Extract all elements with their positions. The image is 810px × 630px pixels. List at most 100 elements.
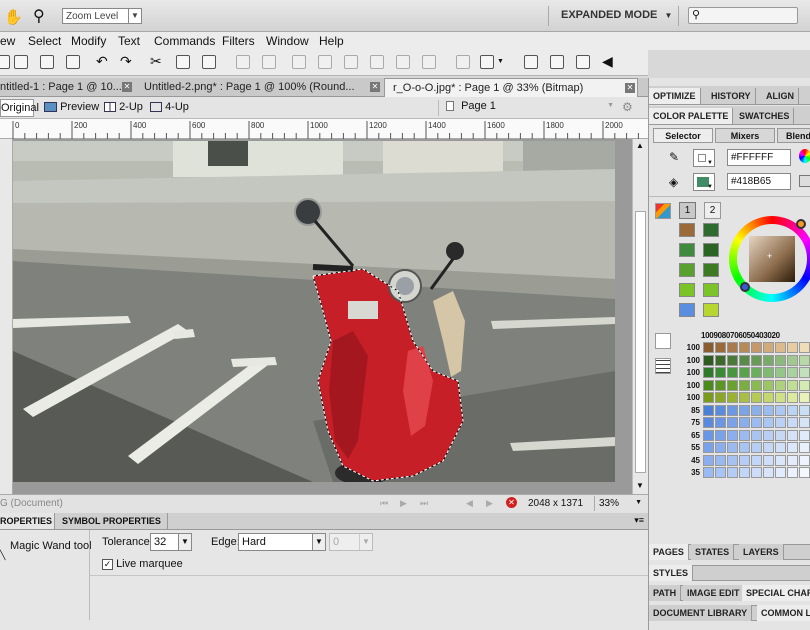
swatch[interactable]	[679, 263, 695, 277]
tint-cell[interactable]	[715, 454, 726, 466]
tint-cell[interactable]	[715, 342, 726, 353]
tint-cell[interactable]	[775, 392, 786, 403]
swatch[interactable]	[679, 243, 695, 257]
tint-cell[interactable]	[787, 404, 798, 416]
tab-untitled-1[interactable]: ntitled-1 : Page 1 @ 10... ✕	[0, 78, 136, 97]
menu-select[interactable]: Select	[28, 34, 61, 48]
tint-cell[interactable]	[763, 442, 774, 453]
tint-cell[interactable]	[763, 417, 774, 428]
tint-cell[interactable]	[727, 367, 738, 378]
tint-cell[interactable]	[799, 404, 810, 416]
import-icon[interactable]	[0, 55, 10, 69]
tint-cell[interactable]	[799, 392, 810, 403]
close-icon[interactable]: ✕	[625, 83, 635, 93]
swatch[interactable]	[679, 303, 695, 317]
split-icon[interactable]	[318, 55, 332, 69]
swatch[interactable]	[679, 283, 695, 297]
align-icon[interactable]	[480, 55, 494, 69]
swap-icon[interactable]	[799, 175, 810, 187]
tab-properties[interactable]: ROPERTIES	[0, 513, 55, 529]
tint-cell[interactable]	[703, 429, 714, 441]
tab-swatches[interactable]: SWATCHES	[735, 108, 795, 124]
tab-color-palette[interactable]: COLOR PALETTE	[649, 108, 734, 124]
tint-cell[interactable]	[799, 342, 810, 353]
tint-cell[interactable]	[787, 367, 798, 378]
tint-cell[interactable]	[775, 467, 786, 478]
hue-handle[interactable]	[796, 219, 806, 229]
tint-cell[interactable]	[799, 429, 810, 441]
redo-icon[interactable]: ↷	[120, 53, 132, 70]
flip-vertical-icon[interactable]: ◀	[602, 53, 613, 70]
tint-cell[interactable]	[715, 429, 726, 441]
menu-window[interactable]: Window	[266, 34, 309, 48]
export-icon[interactable]	[14, 55, 28, 69]
tab-special-characters[interactable]: SPECIAL CHAR	[742, 585, 810, 601]
edge-select[interactable]: Hard ▼	[238, 533, 326, 551]
tab-blend[interactable]: Blend	[777, 128, 810, 143]
swatch[interactable]	[703, 263, 719, 277]
tint-cell[interactable]	[787, 467, 798, 478]
tint-cell[interactable]	[751, 454, 762, 466]
page-settings-icon[interactable]: ⚙	[622, 100, 633, 114]
fill-hex-field[interactable]: #418B65	[727, 173, 791, 190]
join-icon[interactable]	[292, 55, 306, 69]
tab-path[interactable]: PATH	[649, 585, 682, 601]
menu-text[interactable]: Text	[118, 34, 140, 48]
menu-view[interactable]: ew	[0, 34, 15, 48]
tint-cell[interactable]	[799, 417, 810, 428]
tint-cell[interactable]	[739, 442, 750, 453]
tab-original[interactable]: Original	[0, 99, 39, 117]
tint-cell[interactable]	[799, 454, 810, 466]
tab-states[interactable]: STATES	[691, 544, 735, 560]
tint-cell[interactable]	[703, 442, 714, 453]
tint-cell[interactable]	[703, 342, 714, 353]
tint-cell[interactable]	[775, 417, 786, 428]
tint-cell[interactable]	[787, 429, 798, 441]
tint-cell[interactable]	[703, 392, 714, 403]
tab-mixers[interactable]: Mixers	[715, 128, 775, 143]
hand-icon[interactable]: ✋	[4, 8, 23, 26]
tint-cell[interactable]	[739, 404, 750, 416]
rotate-left-icon[interactable]	[524, 55, 538, 69]
tint-cell[interactable]	[763, 454, 774, 466]
arrange-icon[interactable]	[396, 55, 410, 69]
tint-cell[interactable]	[703, 379, 714, 391]
tint-cell[interactable]	[751, 342, 762, 353]
tab-document-library[interactable]: DOCUMENT LIBRARY	[649, 605, 753, 621]
scrollbar-thumb[interactable]	[635, 211, 646, 473]
tint-cell[interactable]	[751, 404, 762, 416]
tab-2-up[interactable]: 2-Up	[104, 101, 143, 113]
tint-cell[interactable]	[763, 404, 774, 416]
prev-frame-icon[interactable]: ◀	[466, 498, 473, 509]
tab-pages[interactable]: PAGES	[649, 544, 689, 560]
tint-cell[interactable]	[739, 467, 750, 478]
flip-horizontal-icon[interactable]	[576, 55, 590, 69]
tint-cell[interactable]	[799, 467, 810, 478]
tint-cell[interactable]	[763, 467, 774, 478]
print-icon[interactable]	[66, 55, 80, 69]
tab-optimize[interactable]: OPTIMIZE	[649, 88, 701, 104]
zoom-level-dropdown[interactable]: Zoom Level ▼	[62, 8, 142, 24]
distribute-icon[interactable]	[422, 55, 436, 69]
tab-image-edit[interactable]: IMAGE EDIT	[683, 585, 745, 601]
tint-cell[interactable]	[739, 379, 750, 391]
tint-cell[interactable]	[787, 379, 798, 391]
swatch[interactable]	[703, 223, 719, 237]
tab-preview[interactable]: Preview	[44, 101, 99, 113]
save-icon[interactable]	[40, 55, 54, 69]
menu-commands[interactable]: Commands	[154, 34, 215, 48]
tint-cell[interactable]	[739, 342, 750, 353]
tint-cell[interactable]	[751, 367, 762, 378]
tint-cell[interactable]	[739, 417, 750, 428]
stroke-hex-field[interactable]: #FFFFFF	[727, 149, 791, 166]
tint-cell[interactable]	[727, 354, 738, 366]
menu-help[interactable]: Help	[319, 34, 344, 48]
workspace-switcher[interactable]: EXPANDED MODE ▼	[561, 9, 672, 21]
tint-cell[interactable]	[763, 342, 774, 353]
tint-cell[interactable]	[727, 379, 738, 391]
tint-cell[interactable]	[799, 442, 810, 453]
canvas-area[interactable]	[0, 139, 632, 494]
hue-handle-secondary[interactable]	[740, 282, 750, 292]
first-frame-icon[interactable]: ⏮	[380, 498, 388, 509]
bitmap-image[interactable]	[13, 141, 615, 482]
